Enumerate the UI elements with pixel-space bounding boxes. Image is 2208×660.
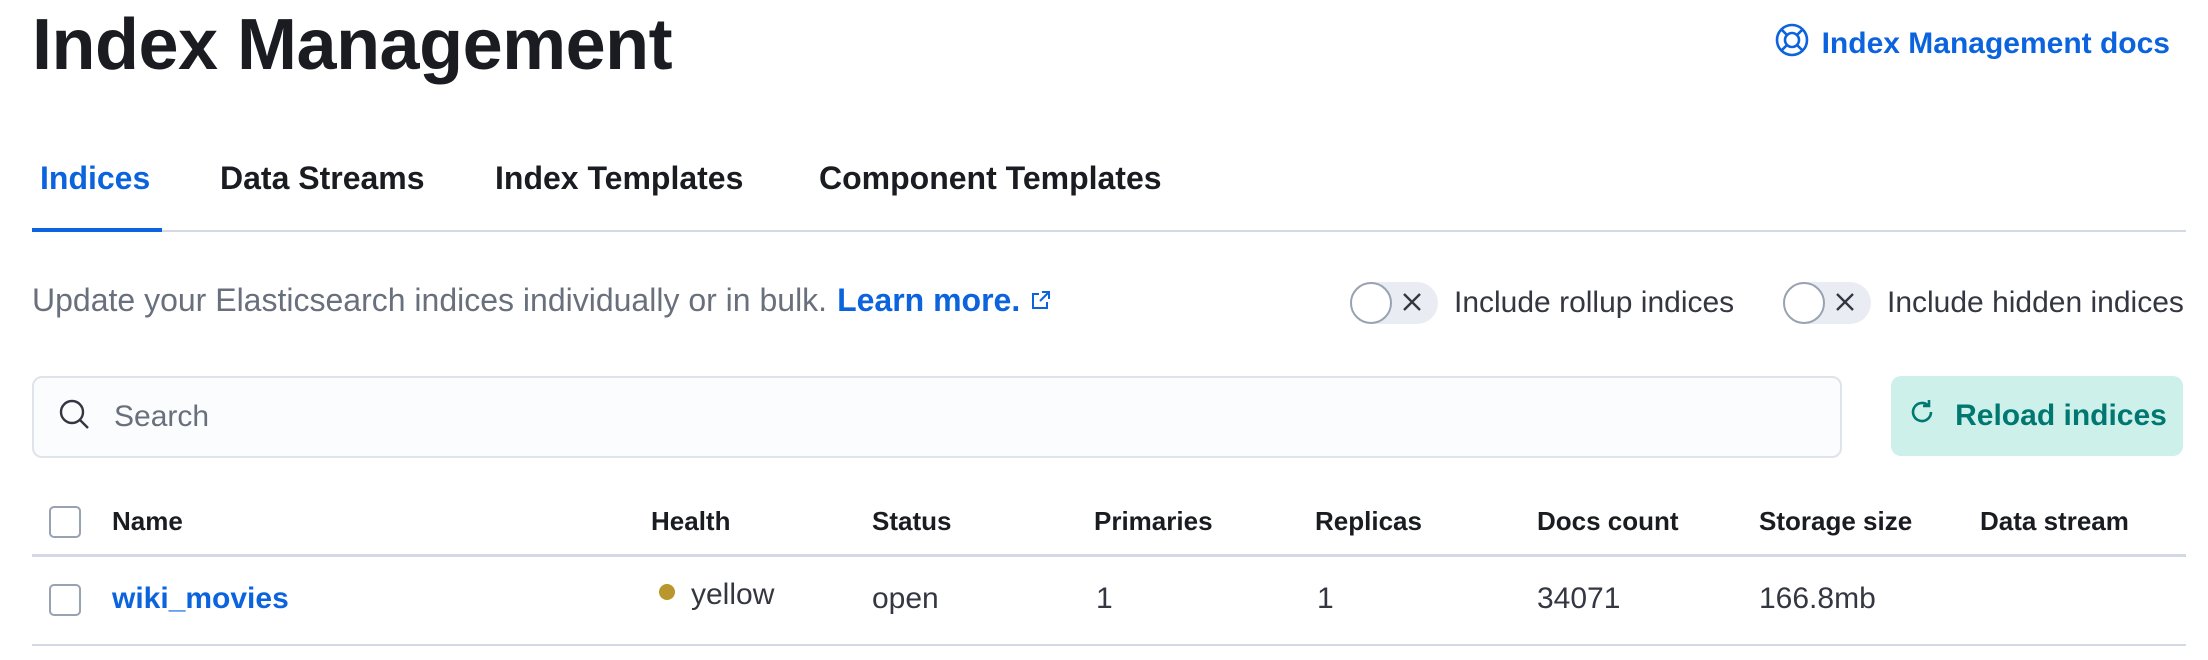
table-row: wiki_movies yellow open 1 1 34071 166.8m… <box>32 556 2186 646</box>
status-cell: open <box>872 582 939 615</box>
health-cell: yellow <box>659 578 774 612</box>
learn-more-link[interactable]: Learn more. <box>837 282 1020 319</box>
column-header-replicas[interactable]: Replicas <box>1315 506 1422 537</box>
column-header-health[interactable]: Health <box>651 506 730 537</box>
column-header-data-stream[interactable]: Data stream <box>1980 506 2129 537</box>
storage-size-cell: 166.8mb <box>1759 582 1876 615</box>
docs-link-label: Index Management docs <box>1821 27 2170 60</box>
rollup-indices-label: Include rollup indices <box>1454 286 1735 319</box>
replicas-cell: 1 <box>1317 582 1334 615</box>
index-name-link[interactable]: wiki_movies <box>112 582 289 616</box>
column-header-docs-count[interactable]: Docs count <box>1537 506 1679 537</box>
rollup-indices-switch[interactable] <box>1350 282 1438 324</box>
column-header-status[interactable]: Status <box>872 506 951 537</box>
description: Update your Elasticsearch indices indivi… <box>32 282 1052 319</box>
switch-knob <box>1783 282 1825 324</box>
refresh-icon <box>1907 397 1937 435</box>
search-icon <box>34 397 92 438</box>
search-box <box>32 376 1842 458</box>
reload-indices-button[interactable]: Reload indices <box>1891 376 2183 456</box>
select-all-checkbox[interactable] <box>49 506 81 538</box>
column-header-primaries[interactable]: Primaries <box>1094 506 1213 537</box>
column-header-name[interactable]: Name <box>112 506 183 537</box>
reload-indices-label: Reload indices <box>1955 399 2167 432</box>
docs-count-cell: 34071 <box>1537 582 1621 615</box>
external-link-icon <box>1020 282 1052 319</box>
rollup-toggle-group: Include rollup indices <box>1350 282 1734 324</box>
switch-knob <box>1350 282 1392 324</box>
table-header: Name Health Status Primaries Replicas Do… <box>32 490 2186 557</box>
row-checkbox[interactable] <box>49 584 81 616</box>
primaries-cell: 1 <box>1096 582 1113 615</box>
hidden-toggle-group: Include hidden indices <box>1783 282 2184 324</box>
page-title: Index Management <box>32 5 673 85</box>
close-icon <box>1836 293 1854 311</box>
tab-index-templates[interactable]: Index Templates <box>495 160 743 197</box>
health-value: yellow <box>691 578 775 611</box>
lifebuoy-icon <box>1774 22 1810 66</box>
tab-data-streams[interactable]: Data Streams <box>220 160 425 197</box>
column-header-storage-size[interactable]: Storage size <box>1759 506 1912 537</box>
close-icon <box>1403 293 1421 311</box>
hidden-indices-label: Include hidden indices <box>1887 286 2184 319</box>
active-tab-indicator <box>32 228 162 232</box>
search-input[interactable] <box>112 399 1716 435</box>
docs-link[interactable]: Index Management docs <box>1774 22 2170 66</box>
tabs-bar: Indices Data Streams Index Templates Com… <box>32 148 2186 232</box>
hidden-indices-switch[interactable] <box>1783 282 1871 324</box>
tab-component-templates[interactable]: Component Templates <box>819 160 1162 197</box>
description-text: Update your Elasticsearch indices indivi… <box>32 282 828 318</box>
tab-indices[interactable]: Indices <box>40 160 150 197</box>
health-dot-icon <box>659 584 675 601</box>
